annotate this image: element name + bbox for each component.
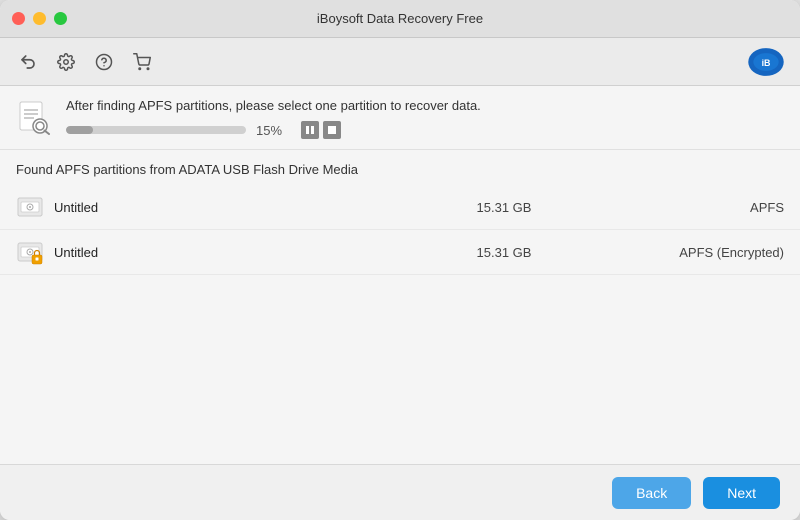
- progress-bar: [66, 126, 246, 134]
- drive-icon-1: [16, 193, 44, 221]
- minimize-button[interactable]: [33, 12, 46, 25]
- partition-name-1: Untitled: [54, 200, 424, 215]
- pause-icon: [305, 125, 315, 135]
- content-area: Found APFS partitions from ADATA USB Fla…: [0, 150, 800, 464]
- progress-percent: 15%: [256, 123, 291, 138]
- partition-size-2: 15.31 GB: [424, 245, 584, 260]
- partition-type-2: APFS (Encrypted): [584, 245, 784, 260]
- back-button[interactable]: Back: [612, 477, 691, 509]
- footer: Back Next: [0, 464, 800, 520]
- maximize-button[interactable]: [54, 12, 67, 25]
- help-icon: [95, 53, 113, 71]
- iboysoft-logo: iB: [747, 46, 785, 78]
- logo: iB: [746, 45, 786, 79]
- help-button[interactable]: [90, 48, 118, 76]
- window-controls: [12, 12, 67, 25]
- partition-row[interactable]: Untitled 15.31 GB APFS (Encrypted): [0, 230, 800, 275]
- partition-size-1: 15.31 GB: [424, 200, 584, 215]
- close-button[interactable]: [12, 12, 25, 25]
- cart-button[interactable]: [128, 48, 156, 76]
- toolbar-left: [14, 48, 156, 76]
- window-title: iBoysoft Data Recovery Free: [317, 11, 483, 26]
- partition-type-1: APFS: [584, 200, 784, 215]
- back-nav-button[interactable]: [14, 48, 42, 76]
- back-icon: [19, 53, 37, 71]
- main-window: iBoysoft Data Recovery Free: [0, 0, 800, 520]
- title-bar: iBoysoft Data Recovery Free: [0, 0, 800, 38]
- section-header: Found APFS partitions from ADATA USB Fla…: [0, 150, 800, 185]
- progress-row: 15%: [66, 121, 784, 139]
- gear-icon: [57, 53, 75, 71]
- svg-text:iB: iB: [762, 57, 771, 67]
- stop-icon: [327, 125, 337, 135]
- pause-button[interactable]: [301, 121, 319, 139]
- drive-icon-2: [16, 238, 44, 266]
- partition-row[interactable]: Untitled 15.31 GB APFS: [0, 185, 800, 230]
- scan-icon: [16, 100, 52, 136]
- settings-button[interactable]: [52, 48, 80, 76]
- status-area: After finding APFS partitions, please se…: [0, 86, 800, 150]
- status-right: After finding APFS partitions, please se…: [66, 98, 784, 139]
- cart-icon: [133, 53, 151, 71]
- progress-controls: [301, 121, 341, 139]
- toolbar: iB: [0, 38, 800, 86]
- next-button[interactable]: Next: [703, 477, 780, 509]
- status-message: After finding APFS partitions, please se…: [66, 98, 784, 113]
- partition-name-2: Untitled: [54, 245, 424, 260]
- stop-button[interactable]: [323, 121, 341, 139]
- progress-fill: [66, 126, 93, 134]
